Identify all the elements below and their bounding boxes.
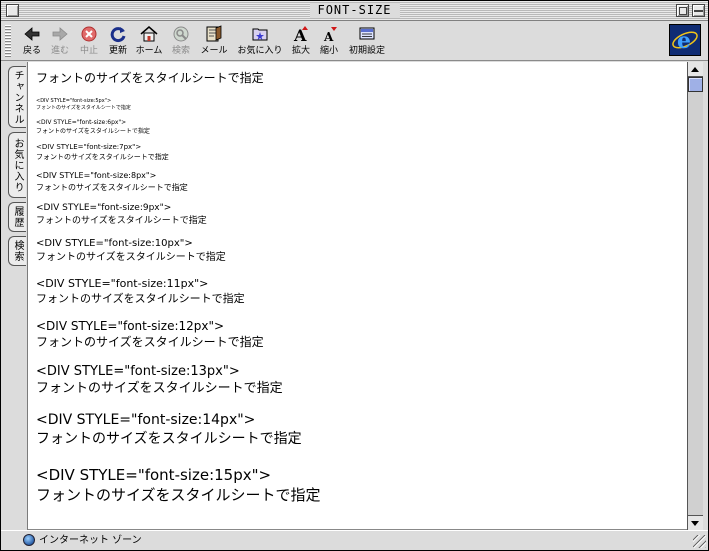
mail-button[interactable]: メール bbox=[198, 24, 230, 58]
preferences-button[interactable]: 初期設定 bbox=[345, 24, 389, 58]
sample-text: フォントのサイズをスタイルシートで指定 bbox=[36, 183, 188, 192]
collapse-box-button[interactable] bbox=[692, 4, 705, 17]
scroll-up-arrow[interactable] bbox=[688, 62, 703, 77]
sample-code: <DIV STYLE="font-size:14px"> bbox=[36, 412, 256, 428]
sample-code: <DIV STYLE="font-size:8px"> bbox=[36, 171, 157, 180]
sample-text: フォントのサイズをスタイルシートで指定 bbox=[36, 486, 321, 504]
font-size-sample: <DIV STYLE="font-size:5px"> フォントのサイズをスタイ… bbox=[36, 98, 131, 112]
vertical-scrollbar[interactable] bbox=[687, 62, 703, 530]
scroll-down-arrow[interactable] bbox=[688, 515, 703, 530]
text-larger-icon: A bbox=[293, 26, 308, 44]
tab-search[interactable]: 検索 bbox=[8, 236, 26, 266]
sample-text: フォントのサイズをスタイルシートで指定 bbox=[36, 216, 207, 226]
refresh-button[interactable]: 更新 bbox=[105, 24, 131, 58]
text-smaller-button[interactable]: A 縮小 bbox=[317, 24, 341, 58]
page-heading: フォントのサイズをスタイルシートで指定 bbox=[36, 71, 264, 85]
home-icon bbox=[140, 26, 158, 42]
title-bar[interactable]: FONT-SIZE bbox=[1, 1, 708, 21]
back-arrow-icon bbox=[24, 27, 40, 41]
sample-text: フォントのサイズをスタイルシートで指定 bbox=[36, 431, 302, 447]
resize-grip[interactable] bbox=[693, 535, 706, 548]
back-button[interactable]: 戻る bbox=[19, 24, 45, 58]
tab-channels[interactable]: チャンネル bbox=[8, 66, 26, 128]
window-title: FONT-SIZE bbox=[309, 3, 400, 18]
font-size-sample: <DIV STYLE="font-size:8px"> フォントのサイズをスタイ… bbox=[36, 170, 188, 194]
font-size-sample: <DIV STYLE="font-size:9px"> フォントのサイズをスタイ… bbox=[36, 202, 207, 228]
explorer-bar-tabs: チャンネル お気に入り 履歴 検索 bbox=[1, 62, 28, 530]
font-size-sample: <DIV STYLE="font-size:12px"> フォントのサイズをスタ… bbox=[36, 318, 264, 350]
sample-code: <DIV STYLE="font-size:12px"> bbox=[36, 319, 225, 333]
font-size-sample: <DIV STYLE="font-size:13px"> フォントのサイズをスタ… bbox=[36, 363, 283, 397]
close-box-button[interactable] bbox=[6, 4, 19, 17]
sample-code: <DIV STYLE="font-size:13px"> bbox=[36, 364, 240, 379]
status-bar: インターネット ゾーン bbox=[1, 530, 708, 550]
sample-code: <DIV STYLE="font-size:6px"> bbox=[36, 119, 127, 126]
globe-icon bbox=[23, 534, 35, 546]
browser-window: FONT-SIZE 戻る 進む 中止 更新 ホーム 検索 メール お気に入り A… bbox=[0, 0, 709, 551]
sample-code: <DIV STYLE="font-size:9px"> bbox=[36, 203, 172, 213]
sample-code: <DIV STYLE="font-size:10px"> bbox=[36, 238, 193, 249]
font-size-sample: <DIV STYLE="font-size:14px"> フォントのサイズをスタ… bbox=[36, 411, 302, 449]
favorites-button[interactable]: お気に入り bbox=[235, 24, 285, 58]
home-button[interactable]: ホーム bbox=[133, 24, 165, 58]
sample-code: <DIV STYLE="font-size:5px"> bbox=[36, 98, 112, 104]
toolbar-grip[interactable] bbox=[5, 25, 11, 57]
sample-text: フォントのサイズをスタイルシートで指定 bbox=[36, 153, 169, 161]
toolbar: 戻る 進む 中止 更新 ホーム 検索 メール お気に入り A 拡大 A 縮小 初… bbox=[1, 21, 708, 61]
tab-history[interactable]: 履歴 bbox=[8, 202, 26, 232]
sample-text: フォントのサイズをスタイルシートで指定 bbox=[36, 335, 264, 349]
sample-text: フォントのサイズをスタイルシートで指定 bbox=[36, 105, 131, 111]
stop-icon bbox=[81, 26, 97, 42]
internet-explorer-logo-icon[interactable]: e bbox=[669, 24, 701, 56]
search-icon bbox=[173, 26, 189, 42]
sample-text: フォントのサイズをスタイルシートで指定 bbox=[36, 292, 245, 305]
stop-button[interactable]: 中止 bbox=[75, 24, 103, 58]
scroll-thumb[interactable] bbox=[688, 77, 703, 92]
svg-text:e: e bbox=[677, 28, 691, 54]
sample-text: フォントのサイズをスタイルシートで指定 bbox=[36, 128, 150, 135]
forward-arrow-icon bbox=[52, 27, 68, 41]
mail-icon bbox=[206, 25, 222, 42]
font-size-sample: <DIV STYLE="font-size:15px"> フォントのサイズをスタ… bbox=[36, 465, 321, 505]
search-button[interactable]: 検索 bbox=[168, 24, 194, 58]
sample-code: <DIV STYLE="font-size:15px"> bbox=[36, 466, 272, 484]
favorites-icon bbox=[252, 28, 268, 41]
font-size-sample: <DIV STYLE="font-size:10px"> フォントのサイズをスタ… bbox=[36, 237, 226, 265]
text-larger-button[interactable]: A 拡大 bbox=[289, 24, 313, 58]
refresh-icon bbox=[110, 27, 126, 43]
sample-code: <DIV STYLE="font-size:11px"> bbox=[36, 277, 209, 290]
tab-favorites[interactable]: お気に入り bbox=[8, 132, 26, 198]
preferences-icon bbox=[359, 27, 375, 40]
sample-code: <DIV STYLE="font-size:7px"> bbox=[36, 143, 142, 151]
forward-button[interactable]: 進む bbox=[47, 24, 73, 58]
page-content[interactable]: フォントのサイズをスタイルシートで指定 <DIV STYLE="font-siz… bbox=[28, 62, 687, 530]
font-size-sample: <DIV STYLE="font-size:11px"> フォントのサイズをスタ… bbox=[36, 276, 245, 306]
font-size-sample: <DIV STYLE="font-size:7px"> フォントのサイズをスタイ… bbox=[36, 142, 169, 162]
zoom-box-button[interactable] bbox=[676, 4, 689, 17]
ie-e-glyph-icon: e bbox=[672, 28, 698, 54]
font-size-sample: <DIV STYLE="font-size:6px"> フォントのサイズをスタイ… bbox=[36, 118, 150, 136]
text-smaller-icon: A bbox=[323, 27, 337, 44]
svg-text:A: A bbox=[323, 30, 334, 44]
security-zone-label: インターネット ゾーン bbox=[39, 535, 142, 546]
sample-text: フォントのサイズをスタイルシートで指定 bbox=[36, 252, 226, 263]
sample-text: フォントのサイズをスタイルシートで指定 bbox=[36, 381, 283, 396]
